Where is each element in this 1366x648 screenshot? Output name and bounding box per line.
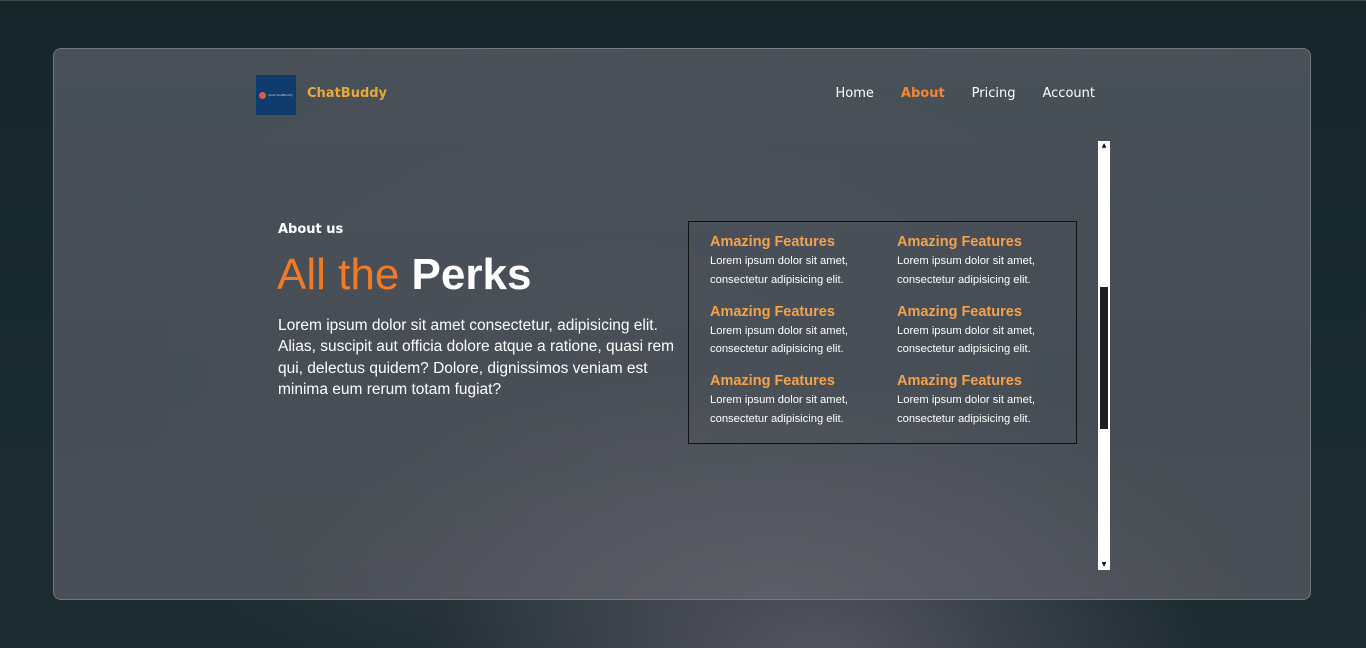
- feature-body: Lorem ipsum dolor sit amet, consectetur …: [897, 255, 1036, 286]
- feature-title: Amazing Features: [897, 303, 1022, 320]
- logo-wordmark: Chat ChatBuddy: [268, 92, 293, 97]
- feature-title: Amazing Features: [897, 373, 1022, 389]
- scroll-thumb[interactable]: [1100, 287, 1108, 429]
- lead-paragraph: Lorem ipsum dolor sit amet consectetur, …: [278, 317, 675, 398]
- page-title: All the Perks: [277, 247, 531, 303]
- hero-card: Chat ChatBuddy ChatBuddy Home About Pric…: [53, 48, 1311, 600]
- nav-item-pricing[interactable]: Pricing: [972, 86, 1016, 101]
- feature-title: Amazing Features: [710, 303, 835, 320]
- feature-item: Amazing Features Lorem ipsum dolor sit a…: [710, 371, 897, 441]
- feature-item: Amazing Features Lorem ipsum dolor sit a…: [897, 232, 1067, 302]
- feature-title: Amazing Features: [710, 373, 835, 389]
- vertical-scrollbar[interactable]: ▲ ▼: [1098, 141, 1110, 570]
- nav-item-home[interactable]: Home: [836, 86, 874, 101]
- scroll-up-icon[interactable]: ▲: [1098, 141, 1110, 151]
- logo-mark-icon: [259, 91, 267, 99]
- title-emphasis: Perks: [411, 250, 532, 299]
- section-eyebrow: About us: [278, 222, 344, 237]
- nav-item-about[interactable]: About: [901, 86, 945, 101]
- brand-logo[interactable]: Chat ChatBuddy: [256, 75, 296, 115]
- scroll-down-icon[interactable]: ▼: [1098, 560, 1110, 570]
- feature-title: Amazing Features: [710, 234, 835, 250]
- feature-item: Amazing Features Lorem ipsum dolor sit a…: [897, 302, 1067, 372]
- title-accent: All the: [277, 250, 400, 299]
- top-divider: [0, 0, 1366, 1]
- feature-body: Lorem ipsum dolor sit amet, consectetur …: [897, 394, 1036, 425]
- feature-title: Amazing Features: [897, 234, 1022, 250]
- feature-body: Lorem ipsum dolor sit amet, consectetur …: [710, 255, 849, 286]
- feature-item: Amazing Features Lorem ipsum dolor sit a…: [710, 302, 897, 372]
- brand-name[interactable]: ChatBuddy: [307, 86, 387, 101]
- feature-body: Lorem ipsum dolor sit amet, consectetur …: [897, 324, 1036, 356]
- features-grid: Amazing Features Lorem ipsum dolor sit a…: [688, 221, 1077, 444]
- feature-body: Lorem ipsum dolor sit amet, consectetur …: [710, 324, 849, 356]
- feature-item: Amazing Features Lorem ipsum dolor sit a…: [710, 232, 897, 302]
- feature-item: Amazing Features Lorem ipsum dolor sit a…: [897, 371, 1067, 441]
- main-nav: Home About Pricing Account: [809, 86, 1096, 101]
- feature-body: Lorem ipsum dolor sit amet, consectetur …: [710, 394, 849, 425]
- nav-item-account[interactable]: Account: [1043, 86, 1096, 101]
